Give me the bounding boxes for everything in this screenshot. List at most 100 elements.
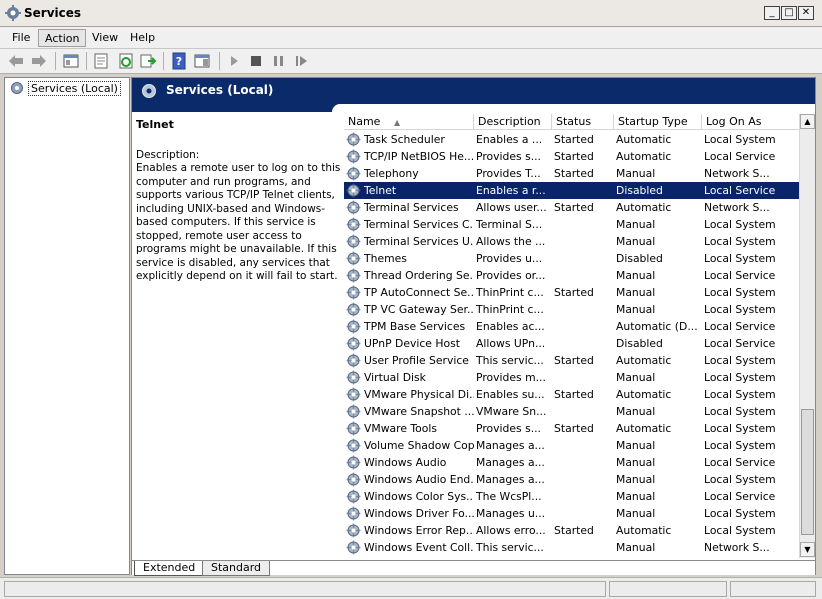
properties-icon[interactable] bbox=[92, 52, 110, 70]
cell-logon: Local System bbox=[704, 405, 776, 418]
cell-logon: Local System bbox=[704, 354, 776, 367]
cell-name: Windows Driver Fo... bbox=[364, 507, 474, 520]
cell-description: The WcsPl... bbox=[476, 490, 542, 503]
table-row[interactable]: Terminal Services U... Allows the ... Manu… bbox=[344, 233, 799, 250]
table-row[interactable]: Windows Error Rep... Allows erro... Starte… bbox=[344, 522, 799, 539]
show-hide-pane-icon[interactable] bbox=[193, 52, 211, 70]
export-list-icon[interactable] bbox=[139, 52, 157, 70]
table-row[interactable]: TP VC Gateway Ser... ThinPrint c... Manual… bbox=[344, 301, 799, 318]
tab-standard[interactable]: Standard bbox=[202, 561, 271, 576]
services-list: Name ▲ Description Status Startup Type L… bbox=[344, 114, 815, 558]
scroll-down-button[interactable]: ▼ bbox=[800, 542, 815, 557]
cell-startup: Automatic bbox=[616, 524, 672, 537]
toolbar-separator bbox=[86, 52, 87, 70]
maximize-button[interactable]: □ bbox=[781, 6, 797, 20]
help-icon[interactable]: ? bbox=[170, 52, 188, 70]
table-row[interactable]: Task Scheduler Enables a ... Started Automa… bbox=[344, 131, 799, 148]
cell-logon: Local System bbox=[704, 507, 776, 520]
table-row[interactable]: TCP/IP NetBIOS He... Provides s... Started… bbox=[344, 148, 799, 165]
column-header-description[interactable]: Description bbox=[474, 114, 552, 130]
cell-logon: Local Service bbox=[704, 184, 776, 197]
stop-service-icon[interactable] bbox=[247, 52, 265, 70]
menu-help[interactable]: Help bbox=[124, 29, 161, 47]
table-row[interactable]: Volume Shadow Copy Manages a... Manual Loca… bbox=[344, 437, 799, 454]
cell-startup: Automatic (D... bbox=[616, 320, 698, 333]
cell-description: Manages a... bbox=[476, 439, 545, 452]
cell-description: Enables a r... bbox=[476, 184, 546, 197]
console-tree-icon[interactable] bbox=[62, 52, 80, 70]
tree-item-services-local[interactable]: Services (Local) bbox=[9, 80, 121, 96]
table-row[interactable]: Telephony Provides T... Started Manual Netwo… bbox=[344, 165, 799, 182]
menu-view[interactable]: View bbox=[86, 29, 124, 47]
table-row[interactable]: VMware Physical Di... Enables su... Starte… bbox=[344, 386, 799, 403]
menu-action[interactable]: Action bbox=[38, 29, 87, 47]
cell-name: Thread Ordering Se... bbox=[364, 269, 474, 282]
cell-startup: Automatic bbox=[616, 150, 672, 163]
table-row[interactable]: Windows Color Sys... The WcsPl... Manual Lo… bbox=[344, 488, 799, 505]
cell-description: Manages a... bbox=[476, 473, 545, 486]
back-arrow-icon[interactable] bbox=[7, 52, 25, 70]
column-header-startup-type[interactable]: Startup Type bbox=[614, 114, 702, 130]
table-row[interactable]: Windows Audio End... Manages a... Manual Lo… bbox=[344, 471, 799, 488]
table-row[interactable]: Terminal Services C... Terminal S... Manua… bbox=[344, 216, 799, 233]
table-row[interactable]: Virtual Disk Provides m... Manual Local Sys… bbox=[344, 369, 799, 386]
cell-logon: Local System bbox=[704, 473, 776, 486]
cell-description: Terminal S... bbox=[476, 218, 543, 231]
cell-startup: Manual bbox=[616, 218, 656, 231]
status-bar bbox=[0, 577, 822, 599]
tab-extended[interactable]: Extended bbox=[134, 561, 204, 576]
gear-icon bbox=[11, 82, 23, 94]
cell-status: Started bbox=[554, 422, 594, 435]
cell-description: Allows user... bbox=[476, 201, 547, 214]
cell-description: Allows erro... bbox=[476, 524, 546, 537]
cell-name: Terminal Services C... bbox=[364, 218, 474, 231]
table-row[interactable]: Windows Driver Fo... Manages u... Manual Lo… bbox=[344, 505, 799, 522]
column-header-log-on-as[interactable]: Log On As bbox=[702, 114, 799, 130]
panel-title: Services (Local) bbox=[166, 83, 274, 97]
cell-name: TPM Base Services bbox=[364, 320, 466, 333]
refresh-icon[interactable] bbox=[117, 52, 135, 70]
scroll-up-button[interactable]: ▲ bbox=[800, 114, 815, 129]
table-row[interactable]: Thread Ordering Se... Provides or... Manua… bbox=[344, 267, 799, 284]
table-row[interactable]: VMware Snapshot ... VMware Sn... Manual Loc… bbox=[344, 403, 799, 420]
cell-startup: Automatic bbox=[616, 201, 672, 214]
close-button[interactable]: ✕ bbox=[798, 6, 814, 20]
column-header-name[interactable]: Name ▲ bbox=[344, 114, 474, 130]
cell-description: Provides s... bbox=[476, 422, 541, 435]
table-row[interactable]: Windows Event Coll... This servic... Manua… bbox=[344, 539, 799, 556]
table-row[interactable]: VMware Tools Provides s... Started Automati… bbox=[344, 420, 799, 437]
table-row[interactable]: User Profile Service This servic... Starte… bbox=[344, 352, 799, 369]
table-row[interactable]: Themes Provides u... Disabled Local System bbox=[344, 250, 799, 267]
pause-service-icon[interactable] bbox=[270, 52, 288, 70]
table-row[interactable]: TPM Base Services Enables ac... Automatic … bbox=[344, 318, 799, 335]
cell-status bbox=[552, 335, 614, 352]
table-row[interactable]: Windows Audio Manages a... Manual Local Ser… bbox=[344, 454, 799, 471]
start-service-icon[interactable] bbox=[225, 52, 243, 70]
cell-startup: Manual bbox=[616, 490, 656, 503]
cell-status: Started bbox=[554, 388, 594, 401]
cell-name: Windows Event Coll... bbox=[364, 541, 474, 554]
cell-status: Started bbox=[554, 354, 594, 367]
toolbar: ? bbox=[0, 49, 822, 74]
scroll-thumb[interactable] bbox=[801, 409, 814, 535]
table-row[interactable]: TP AutoConnect Se... ThinPrint c... Starte… bbox=[344, 284, 799, 301]
cell-startup: Manual bbox=[616, 541, 656, 554]
cell-status: Started bbox=[554, 524, 594, 537]
table-row[interactable]: UPnP Device Host Allows UPn... Disabled Loc… bbox=[344, 335, 799, 352]
minimize-button[interactable]: _ bbox=[764, 6, 780, 20]
cell-description: Allows the ... bbox=[476, 235, 546, 248]
header-band bbox=[132, 104, 815, 112]
table-row[interactable]: Terminal Services Allows user... Started Au… bbox=[344, 199, 799, 216]
menu-file[interactable]: File bbox=[6, 29, 36, 47]
vertical-scrollbar[interactable]: ▲ ▼ bbox=[799, 114, 815, 558]
restart-service-icon[interactable] bbox=[293, 52, 311, 70]
cell-logon: Local System bbox=[704, 133, 776, 146]
table-row[interactable]: Telnet Enables a r... Disabled Local Servic… bbox=[344, 182, 799, 199]
cell-name: VMware Tools bbox=[364, 422, 438, 435]
cell-status bbox=[552, 403, 614, 420]
forward-arrow-icon[interactable] bbox=[30, 52, 48, 70]
cell-name: Windows Audio End... bbox=[364, 473, 474, 486]
cell-logon: Local Service bbox=[704, 150, 776, 163]
column-header-status[interactable]: Status bbox=[552, 114, 614, 130]
cell-status bbox=[552, 437, 614, 454]
